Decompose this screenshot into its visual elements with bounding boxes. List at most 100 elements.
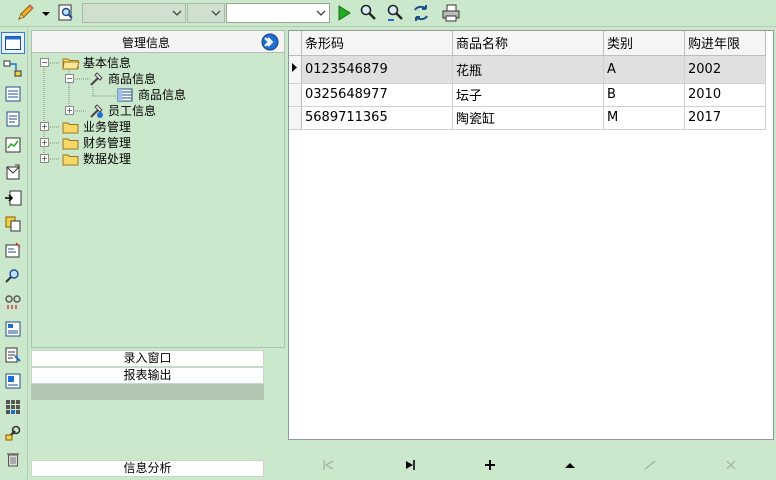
tools-user-icon [90, 104, 103, 118]
find-icon[interactable] [358, 3, 378, 23]
run-icon[interactable] [334, 3, 354, 23]
document-search-icon[interactable] [56, 3, 76, 23]
toolbar [0, 0, 776, 27]
record-navigator [288, 441, 774, 480]
table-row[interactable]: 0123546879 花瓶 A 2002 [289, 55, 766, 84]
tree-node-data-processing[interactable]: 数据处理 [62, 151, 131, 167]
properties-icon[interactable] [1, 239, 25, 261]
tree-collapse-basic-info[interactable]: − [40, 58, 49, 67]
table-row[interactable]: 5689711365 陶瓷缸 M 2017 [289, 106, 766, 130]
tree-label: 业务管理 [83, 120, 132, 134]
cell-barcode[interactable]: 0123546879 [301, 55, 453, 84]
cell-category[interactable]: B [603, 83, 685, 107]
grid-icon[interactable] [1, 396, 25, 418]
envelope-icon[interactable] [1, 161, 25, 183]
cell-category[interactable]: M [603, 106, 685, 130]
prior-record-icon[interactable] [563, 459, 577, 471]
folder-icon [62, 122, 79, 134]
collapse-panel-icon[interactable] [261, 33, 279, 51]
chevron-down-icon [316, 10, 326, 16]
export-icon[interactable] [1, 187, 25, 209]
grid-header-row: 条形码 商品名称 类别 购进年限 [289, 31, 766, 56]
tree-label: 财务管理 [83, 136, 132, 150]
object-combo-input[interactable] [85, 5, 169, 21]
form-icon[interactable] [1, 344, 25, 366]
column-header-category[interactable]: 类别 [603, 31, 685, 56]
search-input[interactable] [229, 5, 313, 21]
section-report-output[interactable]: 报表输出 [31, 367, 264, 384]
first-record-icon[interactable] [322, 459, 336, 471]
table-row[interactable]: 0325648977 坛子 B 2010 [289, 83, 766, 107]
chart-icon[interactable] [1, 134, 25, 156]
tree-expand-staff-info[interactable]: + [65, 106, 74, 115]
tree-node-basic-info[interactable]: 基本信息 [62, 55, 131, 71]
cancel-icon[interactable] [724, 459, 738, 471]
tree-node-goods-info[interactable]: 商品信息 [87, 71, 156, 87]
tree-label: 商品信息 [108, 72, 157, 86]
nav-tree: − 基本信息 − 商品信息 商品信息 + 员工信息 + 业务管理 + 财务管理 [32, 54, 284, 344]
chevron-down-icon [211, 10, 221, 16]
add-record-icon[interactable] [483, 459, 497, 471]
cell-name[interactable]: 陶瓷缸 [452, 106, 604, 130]
folder-open-icon [62, 58, 80, 70]
cell-name[interactable]: 花瓶 [452, 55, 604, 84]
tree-label: 员工信息 [108, 104, 157, 118]
relation-icon[interactable] [1, 58, 25, 80]
user-search-icon[interactable] [1, 265, 25, 287]
trash-icon[interactable] [1, 448, 25, 470]
report-template-icon[interactable] [1, 370, 25, 392]
tree-expand-finance[interactable]: + [40, 138, 49, 147]
print-icon[interactable] [441, 3, 461, 23]
tree-collapse-goods-info[interactable]: − [65, 74, 74, 83]
nav-header: 管理信息 [32, 31, 284, 53]
tree-label: 商品信息 [138, 88, 187, 102]
field-combo[interactable] [187, 3, 225, 23]
current-row-arrow-icon [292, 62, 297, 72]
window-icon[interactable] [1, 32, 25, 54]
column-header-name[interactable]: 商品名称 [452, 31, 604, 56]
dropdown-arrow-icon[interactable] [40, 3, 52, 23]
last-record-icon[interactable] [403, 459, 417, 471]
cell-name[interactable]: 坛子 [452, 83, 604, 107]
report-icon[interactable] [1, 318, 25, 340]
navigation-panel: 管理信息 − 基本信息 − 商品信息 商品信息 + 员工信息 + 业务管理 + … [31, 30, 285, 348]
cell-barcode[interactable]: 5689711365 [301, 106, 453, 130]
cell-category[interactable]: A [603, 55, 685, 84]
tree-node-finance[interactable]: 财务管理 [62, 135, 131, 151]
cell-year[interactable]: 2002 [684, 55, 766, 84]
cell-year[interactable]: 2010 [684, 83, 766, 107]
search-combo[interactable] [226, 3, 330, 23]
table-form-icon [117, 88, 133, 102]
tree-expand-business[interactable]: + [40, 122, 49, 131]
find-next-icon[interactable] [385, 3, 405, 23]
tree-expand-data-processing[interactable]: + [40, 154, 49, 163]
column-header-barcode[interactable]: 条形码 [301, 31, 453, 56]
tree-label: 基本信息 [83, 56, 132, 70]
left-icon-bar [0, 28, 28, 480]
pencil-icon[interactable] [16, 3, 36, 23]
field-combo-input[interactable] [190, 5, 208, 21]
tools-icon[interactable] [1, 422, 25, 444]
row-indicator[interactable] [289, 106, 302, 130]
nav-title: 管理信息 [121, 36, 170, 50]
chevron-down-icon [172, 10, 182, 16]
object-combo[interactable] [82, 3, 186, 23]
data-grid: 条形码 商品名称 类别 购进年限 0123546879 花瓶 A 2002 03… [288, 30, 774, 440]
link-icon[interactable] [1, 291, 25, 313]
tree-node-goods-info-leaf[interactable]: 商品信息 [117, 87, 186, 103]
column-header-year[interactable]: 购进年限 [684, 31, 766, 56]
tree-node-business[interactable]: 业务管理 [62, 119, 131, 135]
copy-icon[interactable] [1, 213, 25, 235]
cell-year[interactable]: 2017 [684, 106, 766, 130]
post-icon[interactable] [643, 459, 657, 471]
tools-icon [90, 72, 103, 86]
row-indicator[interactable] [289, 83, 302, 107]
document-icon[interactable] [1, 108, 25, 130]
section-info-analysis[interactable]: 信息分析 [31, 460, 264, 477]
cell-barcode[interactable]: 0325648977 [301, 83, 453, 107]
section-entry-window[interactable]: 录入窗口 [31, 350, 264, 367]
list-icon[interactable] [1, 83, 25, 105]
row-indicator[interactable] [289, 55, 302, 84]
tree-node-staff-info[interactable]: 员工信息 [87, 103, 156, 119]
refresh-icon[interactable] [411, 3, 431, 23]
